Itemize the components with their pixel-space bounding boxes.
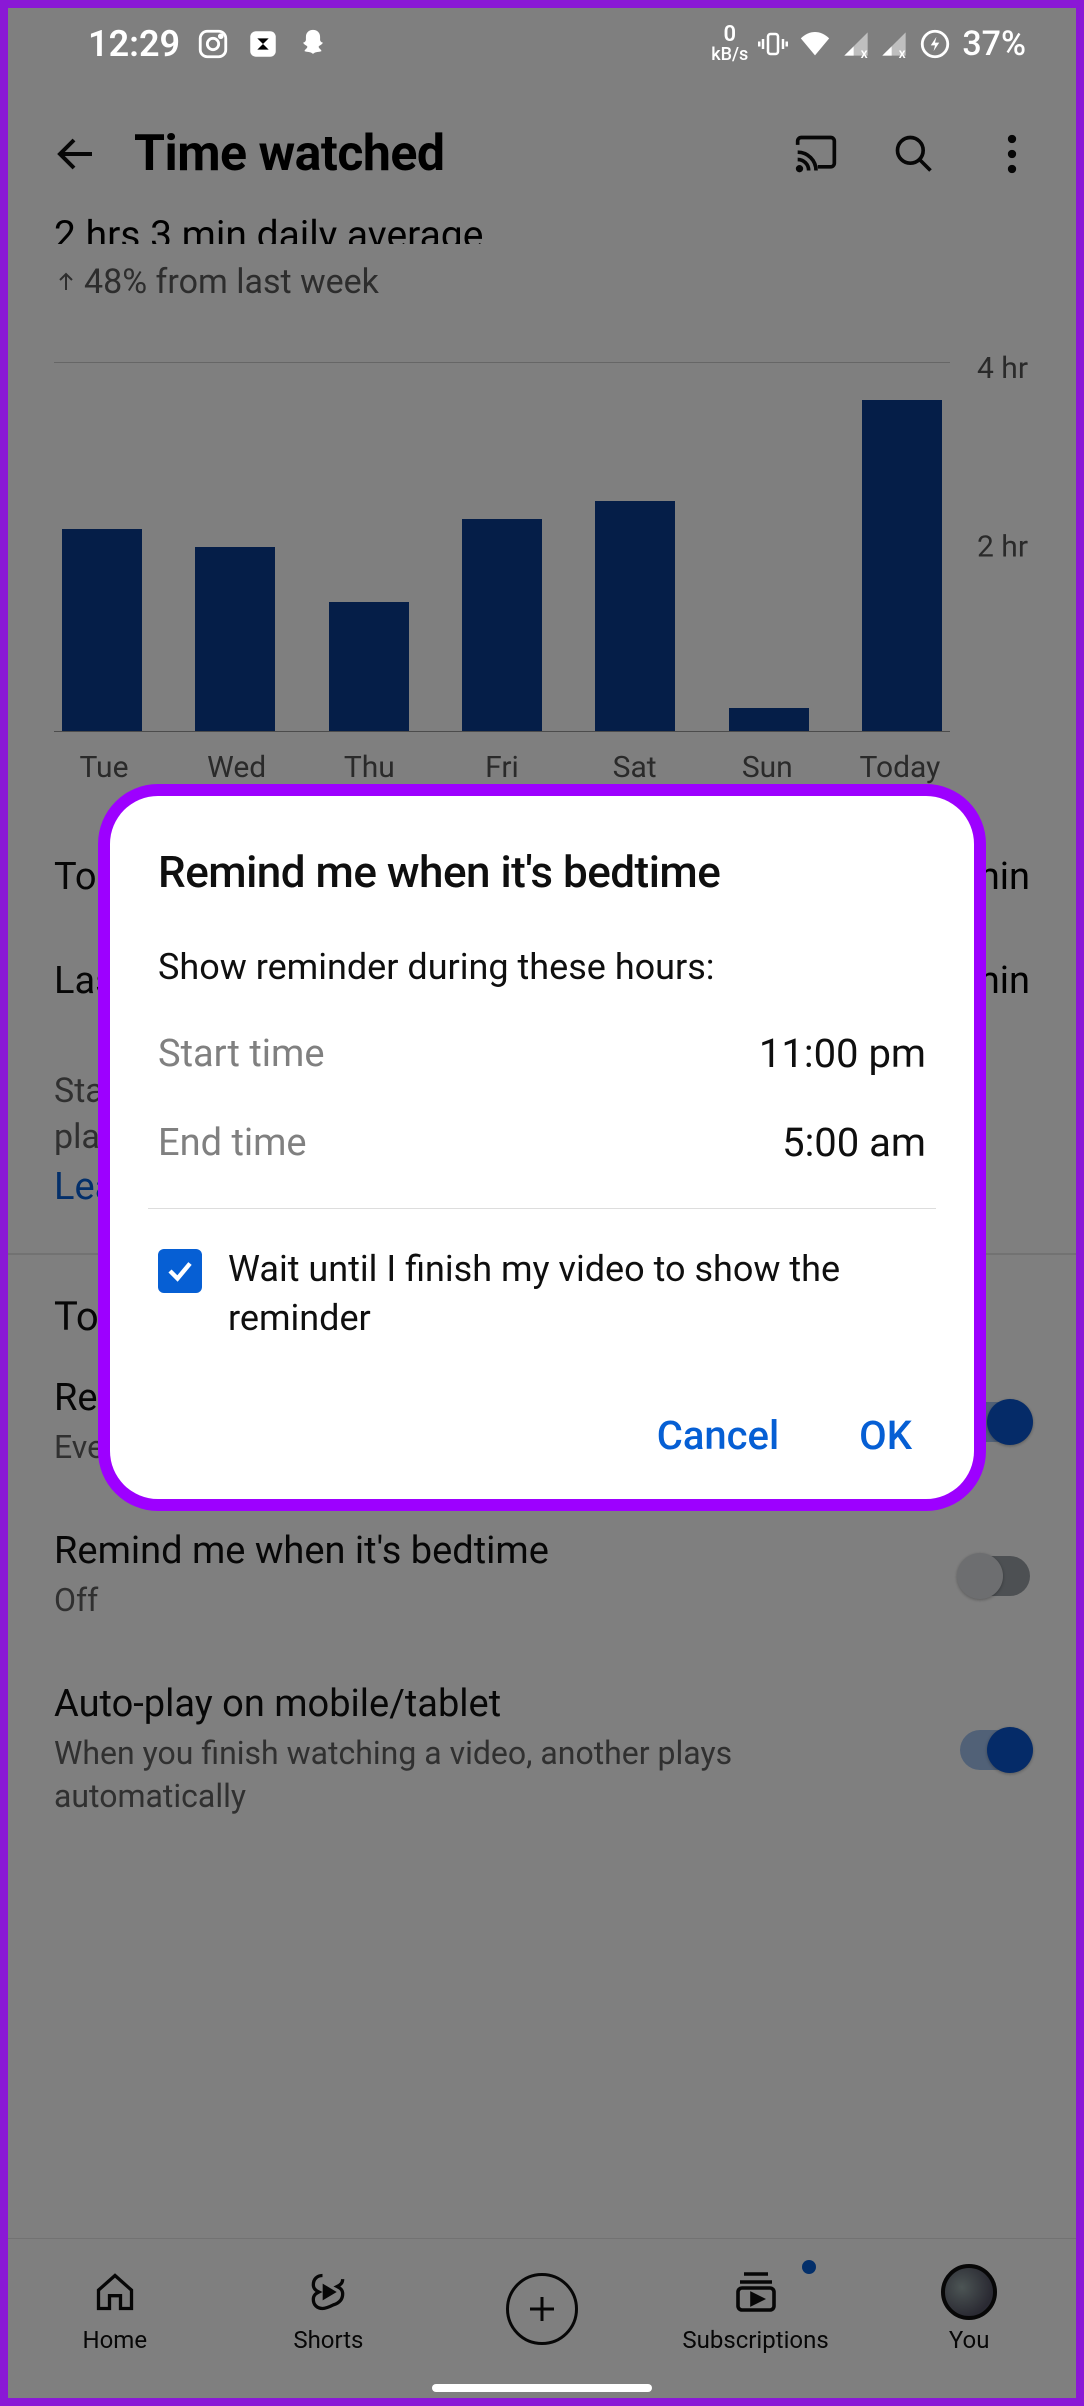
checkbox-checked-icon[interactable] — [158, 1249, 202, 1293]
start-time-row[interactable]: Start time 11:00 pm — [158, 1030, 926, 1077]
app-icon — [246, 27, 280, 61]
vibrate-icon — [758, 29, 788, 59]
signal-2-icon: x — [880, 30, 908, 58]
bedtime-dialog: Remind me when it's bedtime Show reminde… — [98, 784, 986, 1511]
end-time-row[interactable]: End time 5:00 am — [158, 1119, 926, 1166]
battery-percent: 37% — [962, 24, 1026, 64]
instagram-icon — [196, 27, 230, 61]
wait-checkbox-row[interactable]: Wait until I finish my video to show the… — [158, 1245, 926, 1342]
svg-text:x: x — [899, 46, 906, 58]
checkbox-label: Wait until I finish my video to show the… — [228, 1245, 926, 1342]
end-time-value: 5:00 am — [782, 1119, 926, 1166]
battery-icon — [918, 27, 952, 61]
status-time: 12:29 — [88, 23, 180, 65]
wifi-icon — [798, 29, 832, 59]
start-time-value: 11:00 pm — [759, 1030, 926, 1077]
dialog-subtitle: Show reminder during these hours: — [158, 946, 926, 988]
dialog-title: Remind me when it's bedtime — [158, 846, 926, 898]
svg-text:x: x — [861, 46, 868, 58]
home-indicator[interactable] — [432, 2384, 652, 2392]
snapchat-icon — [296, 27, 330, 61]
ok-button[interactable]: OK — [859, 1412, 912, 1459]
end-time-label: End time — [158, 1121, 307, 1165]
cancel-button[interactable]: Cancel — [657, 1412, 779, 1459]
signal-1-icon: x — [842, 30, 870, 58]
status-bar: 12:29 0 kB/s x — [8, 8, 1076, 80]
data-speed: 0 kB/s — [711, 24, 748, 64]
start-time-label: Start time — [158, 1032, 324, 1076]
